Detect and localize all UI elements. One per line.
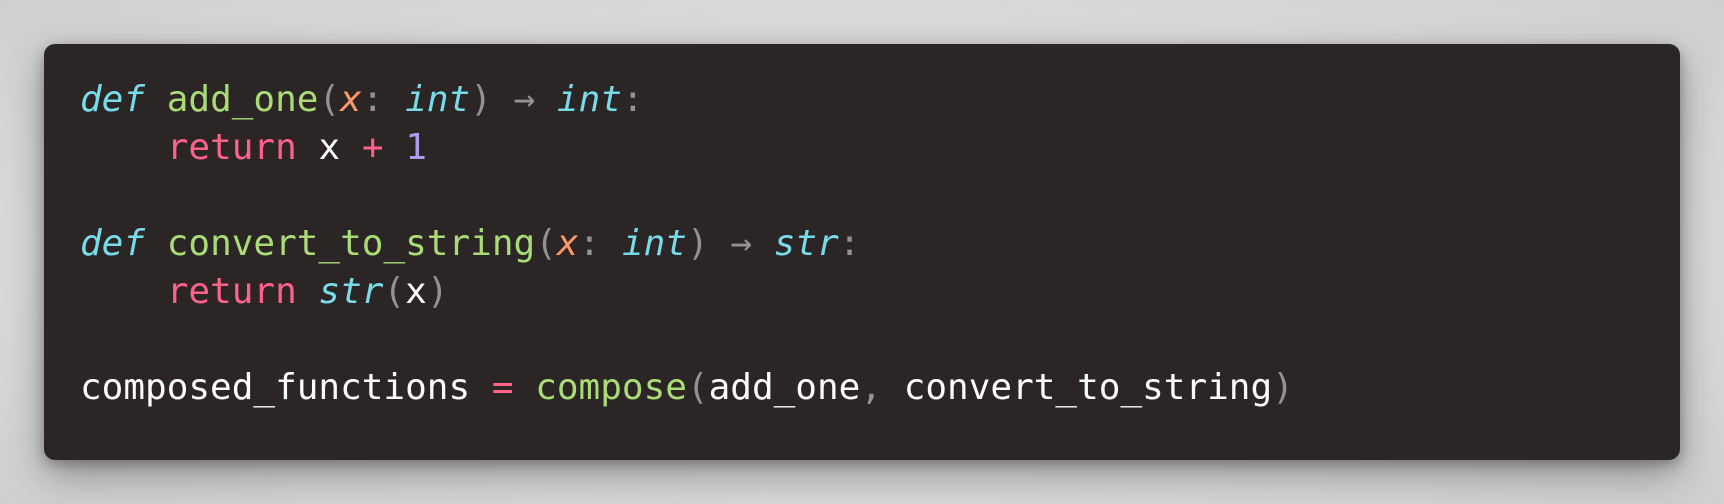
colon: : [578, 223, 601, 264]
argument: x [405, 271, 427, 312]
function-name: convert_to_string [166, 223, 536, 264]
parameter-name: x [556, 223, 579, 264]
code-line-3-blank [80, 172, 1644, 220]
argument: add_one [708, 367, 861, 408]
colon: : [838, 223, 861, 264]
code-line-7: composed_functions = compose(add_one, co… [80, 364, 1644, 412]
return-keyword: return [166, 127, 297, 168]
def-keyword: def [80, 79, 146, 120]
code-line-5: return str(x) [80, 268, 1644, 316]
code-line-2: return x + 1 [80, 124, 1644, 172]
open-paren: ( [383, 271, 406, 312]
function-name: add_one [166, 79, 319, 120]
plus-operator: + [361, 127, 384, 168]
function-call: compose [535, 367, 687, 408]
close-paren: ) [426, 271, 449, 312]
return-type: str [773, 223, 839, 264]
open-paren: ( [535, 223, 557, 264]
close-paren: ) [470, 79, 492, 120]
return-arrow: → [730, 223, 753, 264]
assign-operator: = [491, 367, 514, 408]
colon: : [622, 79, 644, 120]
comma: , [860, 367, 883, 408]
open-paren: ( [318, 79, 341, 120]
return-arrow: → [513, 79, 536, 120]
variable: x [318, 127, 341, 168]
code-block: def add_one(x: int) → int: return x + 1 … [44, 44, 1680, 460]
close-paren: ) [1272, 367, 1294, 408]
variable: composed_functions [80, 367, 471, 408]
number-literal: 1 [405, 127, 427, 168]
parameter-type: int [621, 223, 687, 264]
code-text: def add_one(x: int) → int: return x + 1 … [80, 76, 1644, 412]
open-paren: ( [686, 367, 709, 408]
return-keyword: return [166, 271, 297, 312]
colon: : [361, 79, 384, 120]
return-type: int [556, 79, 622, 120]
argument: convert_to_string [903, 367, 1273, 408]
parameter-type: int [405, 79, 471, 120]
close-paren: ) [686, 223, 709, 264]
parameter-name: x [340, 79, 362, 120]
code-line-6-blank [80, 316, 1644, 364]
code-line-4: def convert_to_string(x: int) → str: [80, 220, 1644, 268]
code-line-1: def add_one(x: int) → int: [80, 76, 1644, 124]
def-keyword: def [80, 223, 146, 264]
builtin-function: str [318, 271, 384, 312]
